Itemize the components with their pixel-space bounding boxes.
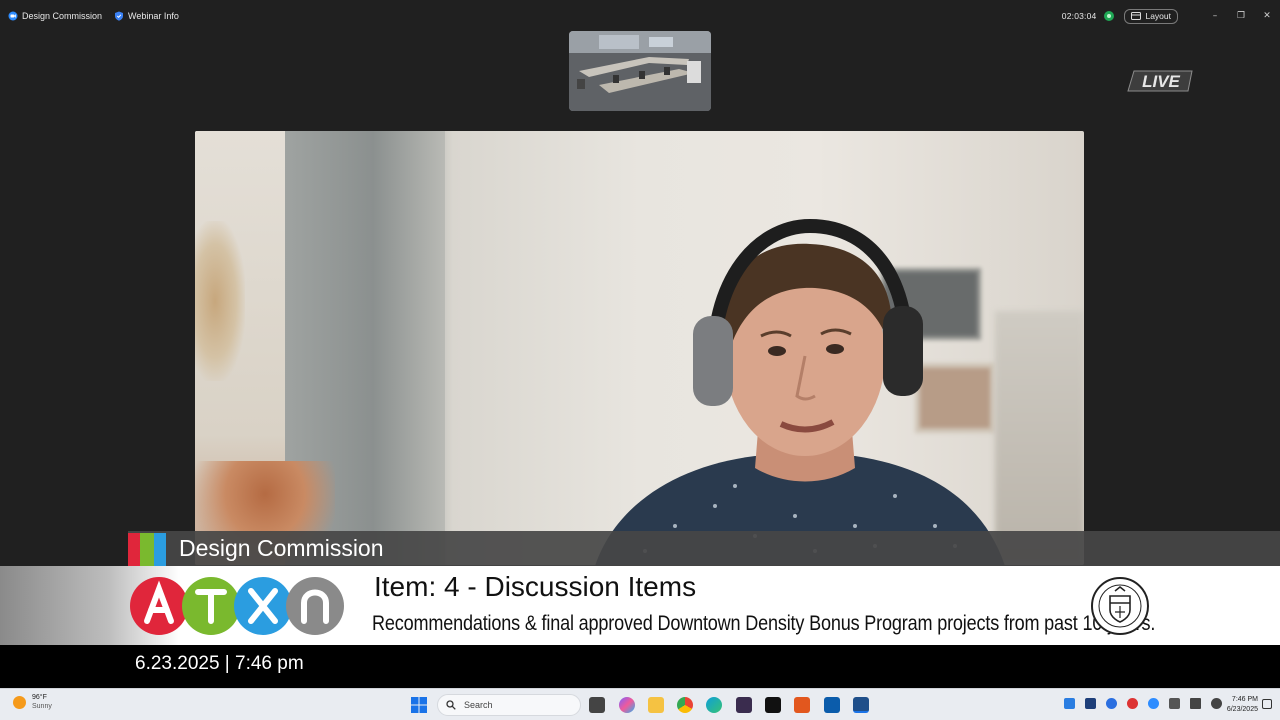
weather-text: 96°F Sunny <box>32 693 52 711</box>
system-clock[interactable]: 7:46 PM 6/23/2025 <box>1227 695 1258 715</box>
db-app-icon[interactable] <box>765 697 781 713</box>
tab-label: Webinar Info <box>128 11 179 21</box>
tab-webinar-info[interactable]: Webinar Info <box>114 11 179 21</box>
task-view-icon[interactable] <box>589 697 605 713</box>
bluetooth-icon[interactable] <box>1106 698 1117 709</box>
agenda-item-subtitle: Recommendations & final approved Downtow… <box>372 612 1156 635</box>
wifi-icon[interactable] <box>1190 698 1201 709</box>
weather-temp: 96°F <box>32 694 47 701</box>
broadcast-date-time: 6.23.2025 | 7:46 pm <box>135 653 304 674</box>
zoom-app-icon <box>8 11 18 21</box>
session-timer: 02:03:04 <box>1061 11 1097 21</box>
commission-title: Design Commission <box>179 535 384 561</box>
microphone-muted-icon[interactable] <box>1169 698 1180 709</box>
atxn-logo <box>130 577 344 635</box>
tab-label: Design Commission <box>22 11 103 21</box>
volume-icon[interactable] <box>1211 698 1222 709</box>
title-bar-right: 02:03:04 Layout – ❐ ✕ <box>1062 0 1280 32</box>
layout-button[interactable]: Layout <box>1124 8 1178 24</box>
speaker-video[interactable] <box>195 131 1084 565</box>
close-button[interactable]: ✕ <box>1254 11 1280 21</box>
system-tray <box>1064 698 1222 709</box>
live-badge: LIVE <box>1127 70 1193 92</box>
chrome-icon[interactable] <box>677 697 693 713</box>
file-explorer-icon[interactable] <box>648 697 664 713</box>
weather-widget[interactable]: 96°F Sunny <box>13 693 52 711</box>
title-bar: Design Commission Webinar Info 02:03:04 … <box>0 0 1280 32</box>
tab-design-commission[interactable]: Design Commission <box>8 11 102 21</box>
security-icon[interactable] <box>1127 698 1138 709</box>
shield-icon <box>115 11 124 21</box>
city-of-austin-seal <box>1091 577 1149 635</box>
commission-color-logo <box>128 533 168 566</box>
live-label: LIVE <box>1142 72 1180 91</box>
clock-date: 6/23/2025 <box>1226 706 1258 713</box>
minimize-button[interactable]: – <box>1202 11 1228 21</box>
connection-status-icon <box>1104 11 1115 21</box>
search-placeholder: Search <box>464 700 493 710</box>
search-icon <box>446 700 456 710</box>
lcp-app-icon[interactable] <box>794 697 810 713</box>
meeting-room-image <box>569 31 711 111</box>
vpn-icon[interactable] <box>1085 698 1096 709</box>
copilot-icon[interactable] <box>619 697 635 713</box>
clock-time: 7:46 PM <box>1231 696 1258 703</box>
layout-icon <box>1131 12 1142 20</box>
sun-icon <box>13 695 26 709</box>
network-app-icon[interactable] <box>1064 698 1075 709</box>
windows-start-icon[interactable] <box>411 697 427 713</box>
taskbar-search[interactable]: Search <box>437 694 581 716</box>
zoom-taskbar-icon[interactable] <box>853 697 869 713</box>
edge-icon[interactable] <box>706 697 722 713</box>
media-app-icon[interactable] <box>736 697 752 713</box>
outlook-icon[interactable] <box>824 697 840 713</box>
restore-button[interactable]: ❐ <box>1228 11 1254 21</box>
speaker-person <box>595 218 1005 565</box>
zoom-tray-icon[interactable] <box>1148 698 1159 709</box>
layout-label: Layout <box>1145 11 1171 21</box>
background-plant <box>195 221 245 381</box>
agenda-item-title: Item: 4 - Discussion Items <box>374 571 697 602</box>
weather-desc: Sunny <box>32 703 52 710</box>
notification-icon[interactable] <box>1262 699 1272 709</box>
windows-taskbar: 96°F Sunny Search 7:46 PM 6/23/2025 <box>0 688 1280 720</box>
zoom-webinar-window: Design Commission Webinar Info 02:03:04 … <box>0 0 1280 720</box>
room-camera-thumbnail[interactable] <box>569 31 711 111</box>
